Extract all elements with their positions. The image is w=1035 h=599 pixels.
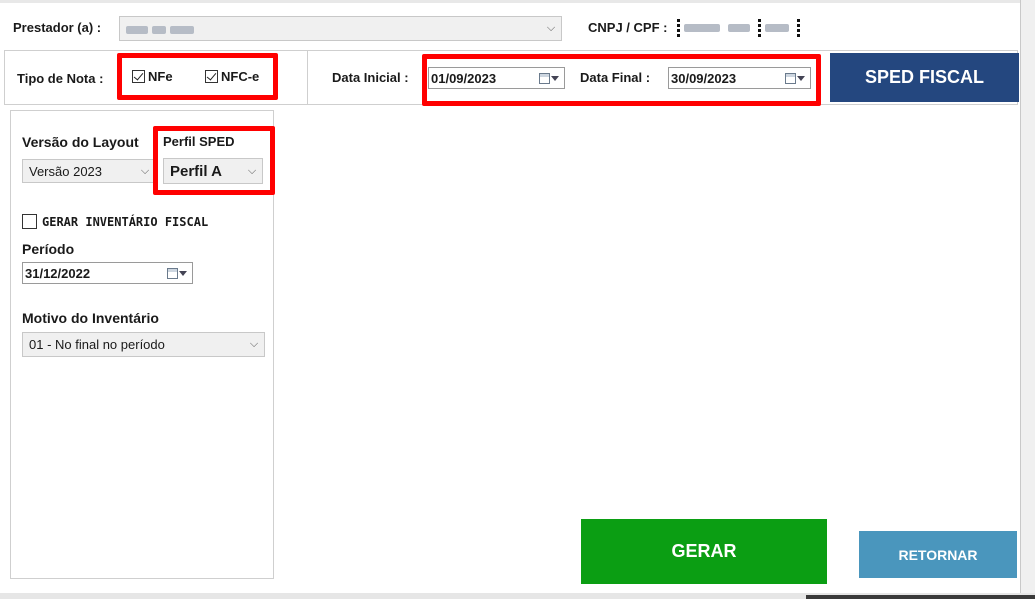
window-top-edge <box>0 0 1035 3</box>
filter-bar-divider <box>307 51 308 104</box>
tipo-nota-label: Tipo de Nota : <box>17 71 104 86</box>
prestador-select[interactable]: ⌵ <box>119 16 562 41</box>
perfil-sped-label: Perfil SPED <box>163 134 235 149</box>
chevron-down-icon: ⌵ <box>140 164 150 177</box>
data-final-value: 30/09/2023 <box>671 70 737 86</box>
data-final-picker[interactable]: 30/09/2023 <box>668 67 811 89</box>
perfil-sped-select[interactable]: Perfil A ⌵ <box>163 158 263 184</box>
calendar-dropdown-icon[interactable] <box>534 72 564 84</box>
sped-fiscal-button[interactable]: SPED FISCAL <box>830 53 1019 102</box>
gerar-inventario-label: GERAR INVENTÁRIO FISCAL <box>42 214 209 229</box>
retornar-button[interactable]: RETORNAR <box>859 531 1017 578</box>
versao-layout-label: Versão do Layout <box>22 134 139 150</box>
versao-layout-select[interactable]: Versão 2023 ⌵ <box>22 159 156 183</box>
window-right-edge <box>1020 0 1035 599</box>
data-final-label: Data Final : <box>580 70 651 85</box>
chevron-down-icon: ⌵ <box>546 22 556 34</box>
data-inicial-value: 01/09/2023 <box>431 70 497 86</box>
data-inicial-picker[interactable]: 01/09/2023 <box>428 67 565 89</box>
versao-layout-value: Versão 2023 <box>29 163 103 179</box>
nfce-check-icon[interactable] <box>205 70 218 83</box>
gerar-button[interactable]: GERAR <box>581 519 827 584</box>
background-window-edge <box>806 595 1035 599</box>
motivo-inventario-value: 01 - No final no período <box>29 337 165 352</box>
prestador-value-redacted <box>120 21 541 36</box>
cnpj-label: CNPJ / CPF : <box>588 20 668 35</box>
data-inicial-label: Data Inicial : <box>332 70 409 85</box>
nfe-checkbox[interactable]: NFe <box>132 69 173 84</box>
cnpj-value-redacted <box>677 16 803 40</box>
calendar-dropdown-icon[interactable] <box>780 72 810 84</box>
prestador-label: Prestador (a) : <box>13 20 102 35</box>
nfce-label: NFC-e <box>221 69 260 84</box>
periodo-value: 31/12/2022 <box>25 265 91 281</box>
motivo-inventario-label: Motivo do Inventário <box>22 310 159 326</box>
gerar-inventario-checkbox[interactable]: GERAR INVENTÁRIO FISCAL <box>22 214 208 229</box>
nfce-checkbox[interactable]: NFC-e <box>205 69 259 84</box>
calendar-dropdown-icon[interactable] <box>162 267 192 279</box>
periodo-label: Período <box>22 241 75 257</box>
motivo-inventario-select[interactable]: 01 - No final no período ⌵ <box>22 332 265 357</box>
chevron-down-icon: ⌵ <box>249 338 259 350</box>
perfil-sped-value: Perfil A <box>170 162 222 180</box>
chevron-down-icon: ⌵ <box>247 164 257 177</box>
nfe-label: NFe <box>148 69 173 84</box>
periodo-picker[interactable]: 31/12/2022 <box>22 262 193 284</box>
gerar-inventario-check-icon[interactable] <box>22 214 37 229</box>
nfe-check-icon[interactable] <box>132 70 145 83</box>
